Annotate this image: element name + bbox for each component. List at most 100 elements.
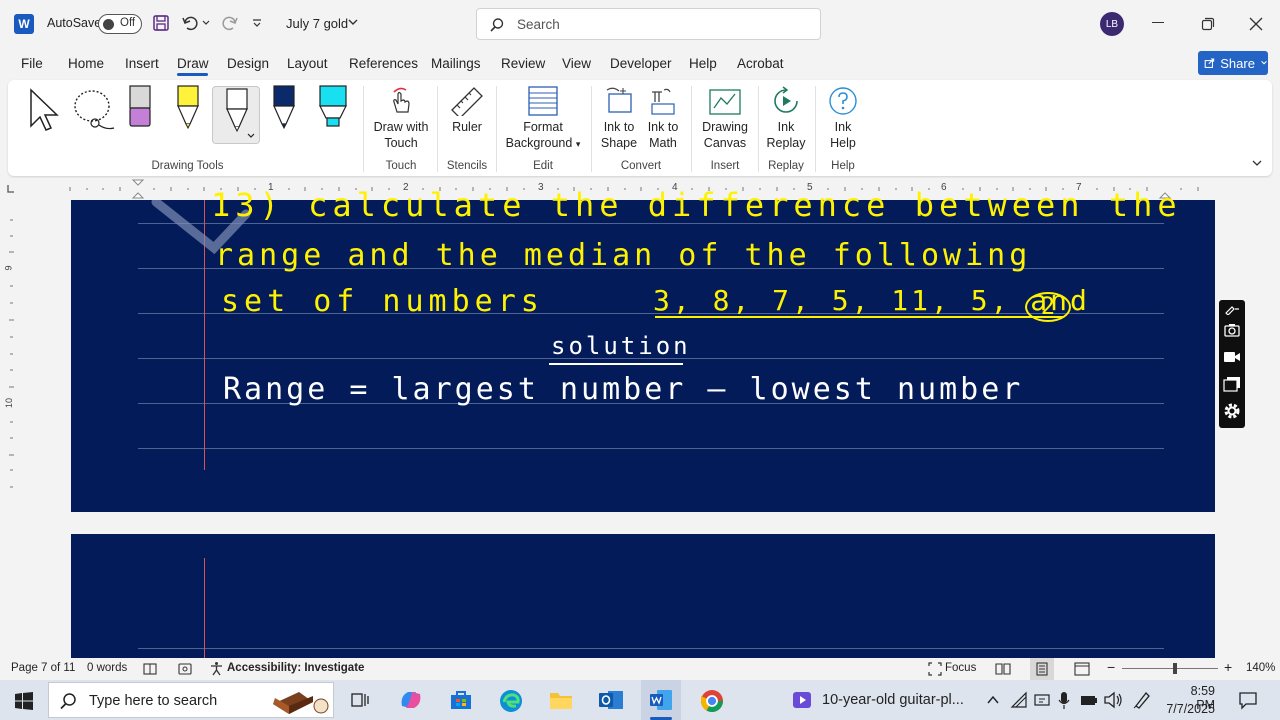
ink-help-button[interactable]: Ink Help <box>820 119 866 151</box>
tab-design[interactable]: Design <box>227 56 269 71</box>
network-icon[interactable] <box>1010 691 1028 709</box>
copilot-icon[interactable] <box>398 688 424 712</box>
tab-home[interactable]: Home <box>68 56 104 71</box>
zoom-out-button[interactable]: − <box>1107 659 1115 675</box>
battery-icon[interactable] <box>1079 692 1099 708</box>
document-title[interactable]: July 7 gold <box>286 16 348 31</box>
ruler-icon[interactable] <box>450 86 484 116</box>
tab-insert[interactable]: Insert <box>125 56 159 71</box>
draw-with-touch-button[interactable]: Draw with Touch <box>368 119 434 151</box>
read-mode-icon[interactable] <box>995 662 1011 676</box>
page-count[interactable]: Page 7 of 11 <box>11 662 75 674</box>
eraser-icon[interactable] <box>126 84 154 130</box>
tab-acrobat[interactable]: Acrobat <box>737 56 784 71</box>
ink-to-math-icon[interactable] <box>648 86 678 116</box>
word-count[interactable]: 0 words <box>87 662 127 674</box>
select-pointer-icon[interactable] <box>28 88 60 132</box>
share-button[interactable]: Share <box>1198 51 1268 75</box>
label: Background <box>505 136 573 150</box>
tab-file[interactable]: File <box>21 56 43 71</box>
yellow-pen-icon[interactable] <box>174 84 202 130</box>
collapse-ribbon-icon[interactable] <box>1251 158 1263 168</box>
pen-workspace-icon[interactable] <box>1132 690 1152 710</box>
ink-to-shape-icon[interactable] <box>605 86 635 116</box>
chevron-down-icon[interactable] <box>347 18 359 28</box>
blue-pencil-icon[interactable] <box>270 84 298 130</box>
ink-to-math-button[interactable]: Ink to Math <box>640 119 686 151</box>
track-changes-icon[interactable] <box>178 662 192 676</box>
windows-start-icon[interactable] <box>15 692 33 710</box>
outlook-icon[interactable] <box>598 688 624 712</box>
gear-icon[interactable] <box>1222 401 1242 421</box>
edge-browser-icon[interactable] <box>498 688 524 714</box>
save-icon[interactable] <box>152 14 170 32</box>
vertical-ruler[interactable]: 9 10 <box>0 200 22 658</box>
document-page[interactable]: 13) calculate the difference between the… <box>71 186 1215 512</box>
label: Math <box>649 136 677 150</box>
format-background-button[interactable]: Format Background ▾ <box>500 119 586 152</box>
notification-icon[interactable] <box>1238 690 1258 710</box>
proofing-icon[interactable] <box>143 662 157 676</box>
ink-number-set: 3, 8, 7, 5, 11, 5, and <box>653 284 1090 317</box>
taskbar-search-input[interactable]: Type here to search <box>48 682 334 718</box>
accessibility-status[interactable]: Accessibility: Investigate <box>227 662 364 674</box>
draw-with-touch-icon[interactable] <box>388 86 414 116</box>
camera-icon[interactable] <box>1224 323 1240 337</box>
drawing-canvas-icon[interactable] <box>709 86 741 116</box>
close-icon[interactable] <box>1249 17 1263 31</box>
tab-references[interactable]: References <box>349 56 418 71</box>
ink-replay-icon[interactable] <box>771 86 801 116</box>
drawing-canvas-button[interactable]: Drawing Canvas <box>696 119 754 151</box>
document-page[interactable] <box>71 534 1215 658</box>
customize-qat-icon[interactable] <box>251 17 263 29</box>
ink-help-icon[interactable] <box>828 86 858 116</box>
chevron-up-icon[interactable] <box>986 694 1000 706</box>
lasso-select-icon[interactable] <box>70 88 120 132</box>
accessibility-icon[interactable] <box>209 661 224 676</box>
tab-developer[interactable]: Developer <box>610 56 672 71</box>
zoom-slider[interactable] <box>1122 668 1218 669</box>
tab-view[interactable]: View <box>562 56 591 71</box>
media-title[interactable]: 10-year-old guitar-pl... <box>822 692 964 708</box>
microphone-icon[interactable] <box>1057 690 1071 710</box>
media-player-icon[interactable] <box>792 690 812 710</box>
tab-layout[interactable]: Layout <box>287 56 328 71</box>
focus-button[interactable]: Focus <box>945 662 976 674</box>
zoom-slider-thumb[interactable] <box>1173 663 1177 674</box>
web-layout-icon[interactable] <box>1074 662 1090 676</box>
ink-to-shape-button[interactable]: Ink to Shape <box>596 119 642 151</box>
task-view-icon[interactable] <box>350 690 370 710</box>
meet-now-icon[interactable] <box>1033 691 1051 709</box>
clock-date[interactable]: 7/7/2025 <box>1161 702 1215 716</box>
format-background-icon[interactable] <box>528 86 558 116</box>
word-taskbar-active[interactable] <box>641 680 681 720</box>
avatar[interactable]: LB <box>1100 12 1124 36</box>
tab-review[interactable]: Review <box>501 56 545 71</box>
chrome-icon[interactable] <box>699 688 725 714</box>
print-layout-selected[interactable] <box>1030 658 1054 680</box>
autosave-toggle[interactable]: Off <box>98 14 142 34</box>
tab-help[interactable]: Help <box>689 56 717 71</box>
undo-icon[interactable] <box>181 14 211 32</box>
focus-icon[interactable] <box>928 662 942 676</box>
tab-draw[interactable]: Draw <box>177 56 209 71</box>
microsoft-store-icon[interactable] <box>449 689 473 711</box>
redo-icon[interactable] <box>219 14 239 32</box>
white-pen-selected[interactable] <box>212 86 260 144</box>
group-label-touch: Touch <box>385 160 417 172</box>
restore-icon[interactable] <box>1201 17 1215 31</box>
zoom-in-button[interactable]: + <box>1224 659 1232 675</box>
zoom-level[interactable]: 140% <box>1246 662 1275 674</box>
ink-replay-button[interactable]: Ink Replay <box>762 119 810 151</box>
cyan-highlighter-icon[interactable] <box>318 84 348 130</box>
file-explorer-icon[interactable] <box>549 689 573 711</box>
window-capture-icon[interactable] <box>1223 376 1241 392</box>
video-camera-icon[interactable] <box>1223 350 1241 364</box>
ruler-button[interactable]: Ruler <box>440 119 494 135</box>
volume-icon[interactable] <box>1103 691 1123 709</box>
search-input[interactable]: Search <box>476 8 821 40</box>
tab-mailings[interactable]: Mailings <box>431 56 481 71</box>
pen-mini-icon[interactable] <box>1224 305 1240 315</box>
group-label-convert: Convert <box>620 160 662 172</box>
minimize-icon[interactable] <box>1152 22 1164 23</box>
